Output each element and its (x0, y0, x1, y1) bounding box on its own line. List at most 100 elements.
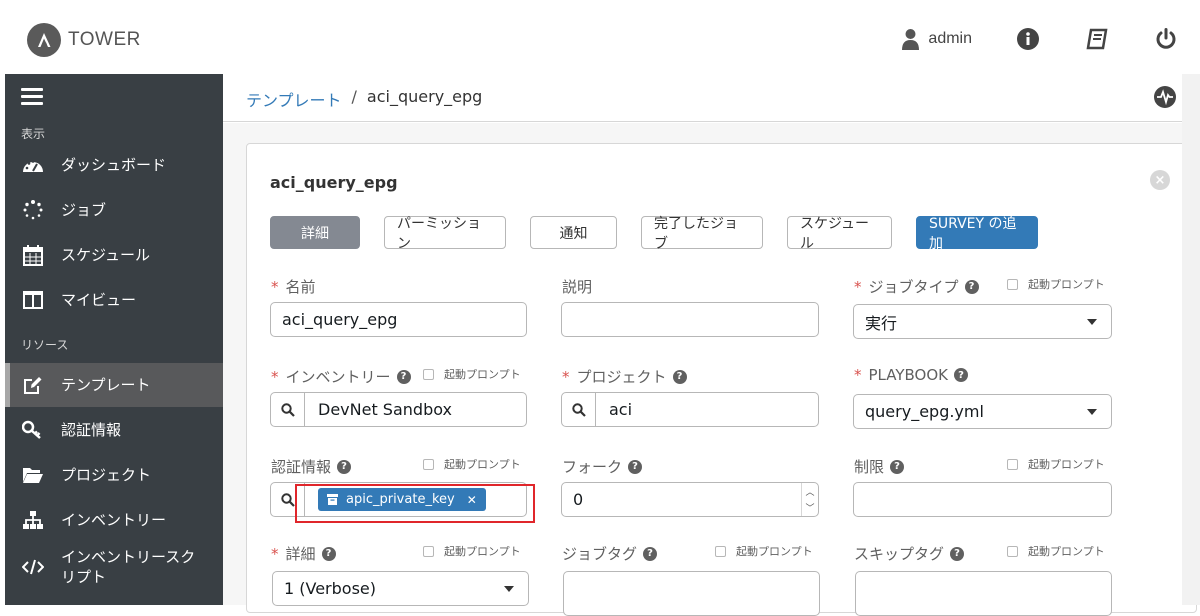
template-panel: aci_query_epg × 詳細 パーミッション 通知 完了したジョブ スケ… (246, 143, 1197, 616)
verbosity-select[interactable]: 1 (Verbose) (272, 571, 529, 606)
tab-schedules[interactable]: スケジュール (787, 216, 892, 252)
credential-prompt-checkbox[interactable]: 起動プロンプト (423, 456, 521, 472)
project-value: aci (609, 400, 633, 419)
sidebar-item-credentials[interactable]: 認証情報 (5, 408, 223, 452)
job-tags-input[interactable] (563, 571, 820, 616)
user-icon (902, 29, 920, 50)
forks-input[interactable]: 0 ︿ ﹀ (561, 482, 819, 517)
jobs-spinner-icon (21, 198, 45, 222)
breadcrumb: テンプレート / aci_query_epg (246, 87, 482, 111)
help-icon: ? (672, 369, 687, 384)
help-icon: ? (890, 459, 905, 474)
tab-notifications[interactable]: 通知 (530, 216, 617, 249)
red-highlight-box (295, 484, 535, 523)
close-icon[interactable]: × (1150, 170, 1170, 190)
chevron-down-icon (504, 586, 514, 592)
credential-label: 認証情報? (271, 456, 352, 477)
chevron-down-icon (1087, 319, 1097, 325)
job-type-prompt-checkbox[interactable]: 起動プロンプト (1007, 276, 1105, 292)
add-survey-button[interactable]: SURVEY の追加 (916, 216, 1038, 252)
sidebar-item-label: テンプレート (61, 376, 151, 394)
sidebar-item-projects[interactable]: プロジェクト (5, 453, 223, 497)
power-icon[interactable] (1154, 27, 1178, 51)
playbook-select[interactable]: query_epg.yml (853, 394, 1112, 429)
calendar-icon (21, 243, 45, 267)
sidebar-item-inventories[interactable]: インベントリー (5, 498, 223, 542)
sidebar-item-jobs[interactable]: ジョブ (5, 188, 223, 232)
verbosity-prompt-checkbox[interactable]: 起動プロンプト (423, 543, 521, 559)
job-type-select[interactable]: 実行 (853, 304, 1112, 339)
user-menu[interactable]: admin (902, 28, 972, 50)
page-scrollbar[interactable] (1182, 74, 1200, 605)
tab-details[interactable]: 詳細 (270, 216, 360, 249)
checkbox-icon (715, 545, 726, 557)
checkbox-icon (1007, 278, 1018, 290)
sidebar-item-templates[interactable]: テンプレート (5, 363, 223, 407)
sidebar-section-resources: リソース (21, 338, 69, 352)
inventory-label: * インベントリー? (271, 366, 411, 387)
help-icon: ? (953, 368, 968, 382)
breadcrumb-separator: / (351, 87, 357, 106)
project-lookup[interactable]: aci (561, 392, 819, 427)
top-bar: TOWER admin (0, 0, 1200, 75)
skip-tags-input[interactable] (855, 571, 1112, 616)
number-spinner[interactable]: ︿ ﹀ (801, 483, 818, 516)
sidebar-item-schedules[interactable]: スケジュール (5, 233, 223, 277)
help-icon: ? (964, 279, 979, 294)
inventory-prompt-checkbox[interactable]: 起動プロンプト (423, 366, 521, 382)
checkbox-icon (423, 368, 434, 380)
ansible-logo-icon (27, 23, 61, 57)
username: admin (928, 30, 972, 47)
chevron-down-icon: ﹀ (805, 504, 815, 515)
sidebar-item-label: プロジェクト (61, 466, 152, 484)
checkbox-icon (423, 545, 434, 557)
breadcrumb-templates-link[interactable]: テンプレート (246, 87, 342, 111)
sidebar-item-dashboard[interactable]: ダッシュボード (5, 143, 223, 187)
tab-completed-jobs[interactable]: 完了したジョブ (641, 216, 763, 252)
main-content: aci_query_epg × 詳細 パーミッション 通知 完了したジョブ スケ… (223, 123, 1200, 616)
activity-stream-icon[interactable] (1154, 86, 1176, 108)
dashboard-icon (21, 153, 45, 177)
description-input[interactable] (561, 302, 819, 337)
breadcrumb-current: aci_query_epg (366, 87, 483, 106)
description-label: 説明 (562, 278, 593, 296)
chevron-down-icon (1087, 409, 1097, 415)
search-icon[interactable] (562, 393, 596, 426)
inventory-value: DevNet Sandbox (318, 400, 452, 419)
book-icon[interactable] (1085, 27, 1109, 51)
help-icon: ? (628, 459, 643, 474)
skip-tags-label: スキップタグ? (854, 543, 965, 564)
name-input[interactable]: aci_query_epg (270, 302, 527, 337)
sidebar-item-label: ダッシュボード (61, 156, 167, 174)
help-icon: ? (643, 546, 658, 561)
brand-logo[interactable]: TOWER (27, 23, 141, 57)
verbosity-label: * 詳細? (271, 543, 336, 564)
search-icon[interactable] (271, 393, 305, 426)
project-label: * プロジェクト? (562, 366, 687, 387)
sidebar-item-inventory-scripts[interactable]: インベントリースク リプト (5, 542, 223, 592)
columns-icon (21, 288, 45, 312)
playbook-label: * PLAYBOOK? (854, 366, 968, 384)
job-type-label: * ジョブタイプ? (854, 276, 979, 297)
job-tags-prompt-checkbox[interactable]: 起動プロンプト (715, 543, 813, 559)
help-icon: ? (950, 546, 965, 561)
sidebar-item-label: 認証情報 (61, 421, 122, 439)
sidebar-item-label: ジョブ (61, 201, 107, 219)
sidebar: 表示 ダッシュボード ジョブ スケジュール マイビュー リソース テンプレート (5, 74, 223, 605)
inventory-lookup[interactable]: DevNet Sandbox (270, 392, 527, 427)
sidebar-item-my-view[interactable]: マイビュー (5, 278, 223, 322)
limit-label: 制限? (854, 456, 905, 477)
info-icon[interactable] (1016, 27, 1040, 51)
limit-input[interactable] (853, 482, 1112, 517)
checkbox-icon (1007, 458, 1018, 470)
code-icon (21, 555, 45, 579)
skip-tags-prompt-checkbox[interactable]: 起動プロンプト (1007, 543, 1105, 559)
sidebar-item-label: インベントリースク リプト (61, 548, 196, 586)
hamburger-menu-icon[interactable] (21, 88, 43, 106)
job-tags-label: ジョブタグ? (562, 543, 658, 564)
edit-icon (21, 373, 45, 397)
tab-permissions[interactable]: パーミッション (384, 216, 506, 252)
checkbox-icon (1007, 545, 1018, 557)
limit-prompt-checkbox[interactable]: 起動プロンプト (1007, 456, 1105, 472)
name-label: * 名前 (271, 277, 316, 297)
